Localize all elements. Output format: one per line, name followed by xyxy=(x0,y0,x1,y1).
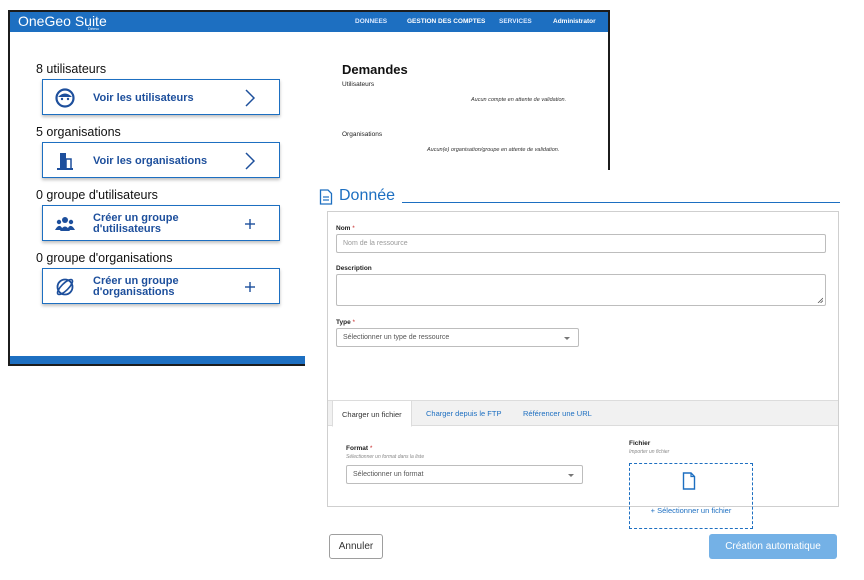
orbit-icon xyxy=(56,278,74,296)
format-select[interactable]: Sélectionner un format xyxy=(346,465,583,484)
resource-form: Nom * Nom de la ressource Description Ty… xyxy=(327,211,839,529)
chevron-right-icon xyxy=(245,89,256,107)
top-navbar: OneGeo Suite Démo DONNEES GESTION DES CO… xyxy=(10,12,608,32)
resize-handle-icon[interactable] xyxy=(817,297,823,303)
requests-users-message: Aucun compte en attente de validation. xyxy=(471,97,567,103)
description-textarea[interactable] xyxy=(336,274,826,306)
type-select-value: Sélectionner un type de ressource xyxy=(343,334,450,341)
create-user-group-card[interactable]: Créer un groupe d'utilisateurs xyxy=(42,205,280,241)
plus-icon xyxy=(245,282,255,292)
type-select[interactable]: Sélectionner un type de ressource xyxy=(336,328,579,347)
tab-reference-url[interactable]: Référencer une URL xyxy=(523,401,592,426)
name-placeholder: Nom de la ressource xyxy=(343,240,408,247)
nav-administrator[interactable]: Administrator xyxy=(553,12,596,32)
chevron-down-icon xyxy=(564,336,570,340)
format-field-label: Format * xyxy=(346,445,373,452)
name-field-label: Nom * xyxy=(336,225,355,232)
create-organisation-group-card[interactable]: Créer un groupe d'organisations xyxy=(42,268,280,304)
format-hint: Sélectionner un format dans la liste xyxy=(346,454,425,460)
nav-gestion-comptes[interactable]: GESTION DES COMPTES xyxy=(407,12,485,32)
user-groups-count: 0 groupe d'utilisateurs xyxy=(36,188,158,202)
requests-orgs-label: Organisations xyxy=(342,131,383,138)
select-file-button[interactable]: + Sélectionner un fichier xyxy=(630,506,752,515)
view-users-card[interactable]: Voir les utilisateurs xyxy=(42,79,280,115)
type-field-label: Type * xyxy=(336,319,356,326)
file-drop-zone[interactable]: + Sélectionner un fichier xyxy=(629,463,753,529)
view-organisations-label: Voir les organisations xyxy=(93,154,208,167)
create-organisation-group-label: Créer un groupe d'organisations xyxy=(93,275,179,298)
document-icon xyxy=(319,189,333,205)
users-count: 8 utilisateurs xyxy=(36,62,107,76)
file-hint: Importer un fichier xyxy=(629,449,670,455)
file-field-label: Fichier xyxy=(629,440,651,447)
chevron-right-icon xyxy=(245,152,256,170)
organisations-count: 5 organisations xyxy=(36,125,121,139)
face-icon xyxy=(55,88,75,108)
group-icon xyxy=(55,217,75,231)
brand-subtitle: Démo xyxy=(88,26,99,31)
plus-icon xyxy=(245,219,255,229)
tab-upload-ftp[interactable]: Charger depuis le FTP xyxy=(426,401,501,426)
format-select-value: Sélectionner un format xyxy=(353,471,424,478)
requests-users-label: Utilisateurs xyxy=(342,81,375,88)
auto-create-button[interactable]: Création automatique xyxy=(709,534,837,559)
description-field-label: Description xyxy=(336,265,372,272)
organisation-groups-count: 0 groupe d'organisations xyxy=(36,251,173,265)
form-window: Donnée Nom * Nom de la ressource Descrip… xyxy=(305,170,864,580)
create-user-group-label: Créer un groupe d'utilisateurs xyxy=(93,212,179,235)
view-organisations-card[interactable]: Voir les organisations xyxy=(42,142,280,178)
file-icon xyxy=(682,472,696,490)
title-divider xyxy=(402,202,840,203)
requests-title: Demandes xyxy=(342,62,408,77)
building-icon xyxy=(57,153,73,170)
view-users-label: Voir les utilisateurs xyxy=(93,91,194,104)
nav-services[interactable]: SERVICES xyxy=(499,12,532,32)
nav-donnees[interactable]: DONNEES xyxy=(355,12,387,32)
upload-tabs: Charger un fichier Charger depuis le FTP… xyxy=(328,400,838,427)
name-input[interactable]: Nom de la ressource xyxy=(336,234,826,253)
tab-upload-file[interactable]: Charger un fichier xyxy=(332,400,412,427)
form-title: Donnée xyxy=(339,187,396,204)
cancel-button[interactable]: Annuler xyxy=(329,534,383,559)
chevron-down-icon xyxy=(568,473,574,477)
requests-orgs-message: Aucun(e) organisation/groupe en attente … xyxy=(427,147,560,153)
